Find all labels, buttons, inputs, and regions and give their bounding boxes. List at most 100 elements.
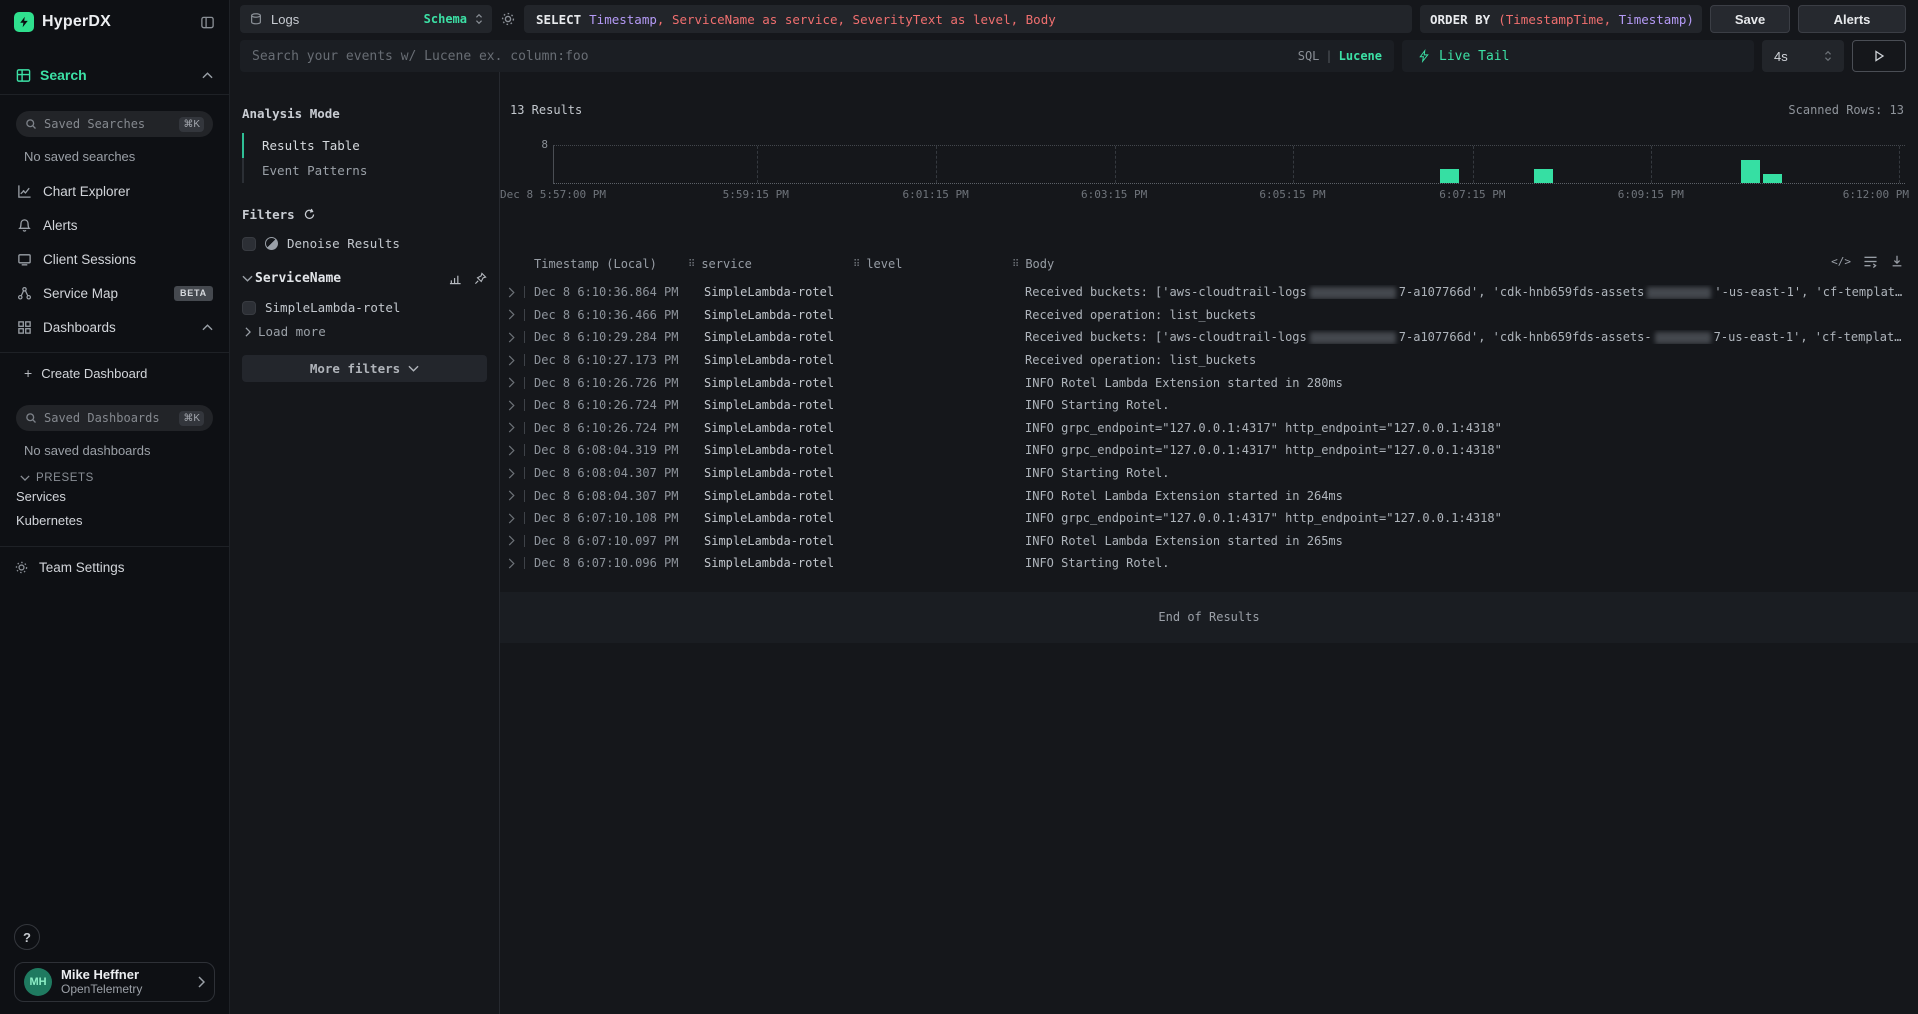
presets-section-header[interactable]: PRESETS <box>20 472 213 484</box>
log-row[interactable]: Dec 8 6:07:10.097 PMSimpleLambda-rotelIN… <box>500 530 1918 553</box>
denoise-results-toggle[interactable]: Denoise Results <box>242 236 487 251</box>
bar-chart-icon[interactable] <box>449 272 462 285</box>
log-row[interactable]: Dec 8 6:10:27.173 PMSimpleLambda-rotelRe… <box>500 349 1918 372</box>
log-row[interactable]: Dec 8 6:10:26.726 PMSimpleLambda-rotelIN… <box>500 371 1918 394</box>
load-more-button[interactable]: Load more <box>242 324 487 339</box>
download-icon[interactable] <box>1890 254 1904 268</box>
sidebar-section-search[interactable]: Search <box>0 64 229 86</box>
play-button[interactable] <box>1852 40 1906 72</box>
refresh-icon[interactable] <box>303 208 316 221</box>
lucene-option[interactable]: Lucene <box>1339 49 1382 63</box>
log-row[interactable]: Dec 8 6:08:04.307 PMSimpleLambda-rotelIN… <box>500 484 1918 507</box>
histogram-bar[interactable] <box>1534 169 1553 183</box>
preset-item-services[interactable]: Services <box>0 484 229 508</box>
refresh-interval-select[interactable]: 4s <box>1762 40 1844 72</box>
event-search-placeholder: Search your events w/ Lucene ex. column:… <box>252 49 589 64</box>
filter-value-simplelambda-rotel[interactable]: SimpleLambda-rotel <box>242 300 487 315</box>
column-header-timestamp[interactable]: Timestamp (Local) <box>534 257 688 271</box>
checkbox[interactable] <box>242 237 256 251</box>
log-row[interactable]: Dec 8 6:08:04.319 PMSimpleLambda-rotelIN… <box>500 439 1918 462</box>
log-row[interactable]: Dec 8 6:07:10.096 PMSimpleLambda-rotelIN… <box>500 552 1918 575</box>
database-icon <box>249 12 263 26</box>
results-area: 13 Results Scanned Rows: 13 8 Dec 8 5:57… <box>500 72 1918 1014</box>
drag-handle-icon[interactable]: ⠿ <box>853 259 860 270</box>
histogram-bar[interactable] <box>1440 169 1459 183</box>
expand-row-icon[interactable] <box>508 332 524 343</box>
code-view-icon[interactable]: </> <box>1831 255 1851 268</box>
timestamp-cell: Dec 8 6:10:26.724 PM <box>534 398 688 412</box>
collapse-sidebar-icon[interactable] <box>200 15 215 30</box>
sidebar-item-client-sessions[interactable]: Client Sessions <box>0 242 229 276</box>
expand-row-icon[interactable] <box>508 558 524 569</box>
help-button[interactable]: ? <box>14 924 40 950</box>
histogram-bar[interactable] <box>1763 174 1782 183</box>
column-header-service[interactable]: ⠿service <box>688 257 853 271</box>
event-search-input[interactable]: Search your events w/ Lucene ex. column:… <box>240 40 1394 72</box>
preset-item-kubernetes[interactable]: Kubernetes <box>0 508 229 532</box>
sql-option[interactable]: SQL <box>1298 49 1320 63</box>
expand-row-icon[interactable] <box>508 535 524 546</box>
level-indicator <box>524 309 534 321</box>
expand-row-icon[interactable] <box>508 468 524 479</box>
chevron-up-icon[interactable] <box>202 72 213 79</box>
query-language-toggle[interactable]: SQL|Lucene <box>1298 49 1382 63</box>
saved-searches-input[interactable]: Saved Searches ⌘K <box>16 111 213 137</box>
create-dashboard-button[interactable]: + Create Dashboard <box>0 357 229 389</box>
alerts-button[interactable]: Alerts <box>1798 5 1906 33</box>
analysis-mode-header: Analysis Mode <box>242 106 487 121</box>
live-tail-button[interactable]: Live Tail <box>1402 40 1754 72</box>
log-row[interactable]: Dec 8 6:10:36.466 PMSimpleLambda-rotelRe… <box>500 304 1918 327</box>
chevron-up-icon[interactable] <box>202 324 213 331</box>
checkbox[interactable] <box>242 301 256 315</box>
log-row[interactable]: Dec 8 6:10:29.284 PMSimpleLambda-rotelRe… <box>500 326 1918 349</box>
source-selector[interactable]: Logs Schema <box>240 5 492 33</box>
redacted-text <box>1647 287 1711 299</box>
timestamp-cell: Dec 8 6:10:26.726 PM <box>534 376 688 390</box>
scanned-rows: Scanned Rows: 13 <box>1788 103 1904 117</box>
column-header-level[interactable]: ⠿level <box>853 257 1012 271</box>
log-row[interactable]: Dec 8 6:07:10.108 PMSimpleLambda-rotelIN… <box>500 507 1918 530</box>
order-by-input[interactable]: ORDER BY(TimestampTime, Timestamp) DESC <box>1420 5 1702 33</box>
drag-handle-icon[interactable]: ⠿ <box>688 259 695 270</box>
y-axis-tick: 8 <box>510 138 548 151</box>
level-indicator <box>524 377 534 389</box>
expand-row-icon[interactable] <box>508 377 524 388</box>
saved-dashboards-input[interactable]: Saved Dashboards ⌘K <box>16 405 213 431</box>
schema-link[interactable]: Schema <box>424 12 467 26</box>
log-row[interactable]: Dec 8 6:10:26.724 PMSimpleLambda-rotelIN… <box>500 394 1918 417</box>
expand-row-icon[interactable] <box>508 309 524 320</box>
sidebar-item-dashboards[interactable]: Dashboards <box>0 310 229 344</box>
more-filters-button[interactable]: More filters <box>242 355 487 382</box>
analysis-mode-results-table[interactable]: Results Table <box>242 133 487 158</box>
filter-group-servicename[interactable]: ServiceName <box>242 271 487 286</box>
save-button[interactable]: Save <box>1710 5 1790 33</box>
expand-row-icon[interactable] <box>508 445 524 456</box>
wrap-lines-icon[interactable] <box>1863 255 1878 268</box>
sidebar-item-chart-explorer[interactable]: Chart Explorer <box>0 174 229 208</box>
log-row[interactable]: Dec 8 6:10:36.864 PMSimpleLambda-rotelRe… <box>500 281 1918 304</box>
pin-icon[interactable] <box>474 272 487 285</box>
timestamp-cell: Dec 8 6:10:27.173 PM <box>534 353 688 367</box>
expand-row-icon[interactable] <box>508 287 524 298</box>
log-row[interactable]: Dec 8 6:08:04.307 PMSimpleLambda-rotelIN… <box>500 462 1918 485</box>
user-menu[interactable]: MH Mike Heffner OpenTelemetry <box>14 962 215 1002</box>
histogram-bar[interactable] <box>1741 160 1760 183</box>
expand-row-icon[interactable] <box>508 513 524 524</box>
analysis-mode-event-patterns[interactable]: Event Patterns <box>242 158 487 183</box>
expand-row-icon[interactable] <box>508 400 524 411</box>
sidebar-item-team-settings[interactable]: Team Settings <box>0 549 229 585</box>
expand-row-icon[interactable] <box>508 422 524 433</box>
select-updown-icon <box>1824 50 1832 62</box>
log-row[interactable]: Dec 8 6:10:26.724 PMSimpleLambda-rotelIN… <box>500 417 1918 440</box>
column-header-body[interactable]: ⠿Body <box>1012 257 1918 271</box>
gear-icon[interactable] <box>500 11 516 27</box>
histogram-plot[interactable] <box>553 145 1905 184</box>
sidebar-item-service-map[interactable]: Service MapBETA <box>0 276 229 310</box>
select-clause-input[interactable]: SELECTTimestamp, ServiceName as service,… <box>524 5 1412 33</box>
expand-row-icon[interactable] <box>508 490 524 501</box>
drag-handle-icon[interactable]: ⠿ <box>1012 259 1019 270</box>
results-histogram[interactable]: 8 Dec 8 5:57:00 PM5:59:15 PM6:01:15 PM6:… <box>510 145 1905 200</box>
select-updown-icon <box>475 13 483 25</box>
expand-row-icon[interactable] <box>508 355 524 366</box>
sidebar-item-alerts[interactable]: Alerts <box>0 208 229 242</box>
